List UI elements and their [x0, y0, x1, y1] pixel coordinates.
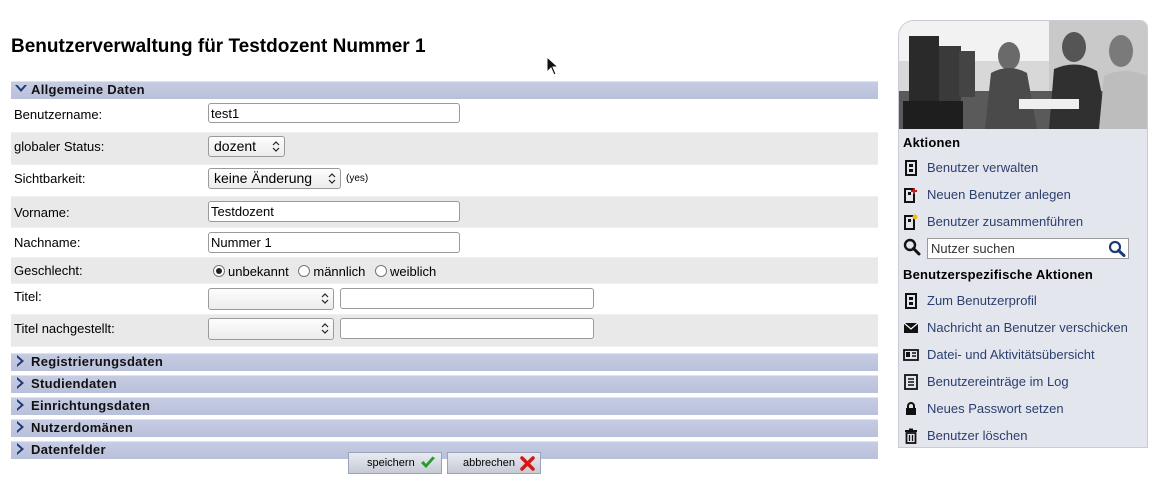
chevron-right-icon: [17, 355, 24, 367]
user-actions-heading: Benutzerspezifische Aktionen: [903, 267, 1094, 282]
chevron-right-icon: [17, 421, 24, 433]
row-username: Benutzername:: [11, 103, 878, 133]
firstname-label: Vorname:: [14, 205, 70, 220]
gender-label: Geschlecht:: [14, 263, 83, 278]
mouse-pointer-icon: [546, 56, 559, 76]
trash-icon: [905, 428, 917, 444]
id-card-icon: [903, 349, 919, 361]
gender-option-maennlich[interactable]: männlich: [298, 264, 365, 279]
global-status-value: dozent: [214, 138, 257, 154]
row-firstname: Vorname:: [11, 197, 878, 228]
row-visibility: Sichtbarkeit: keine Änderung (yes): [11, 165, 878, 197]
lock-icon: [906, 402, 916, 415]
lastname-input[interactable]: [208, 232, 460, 253]
cross-icon: [520, 456, 535, 471]
user-merge-icon: [904, 214, 918, 230]
row-title-after: Titel nachgestellt:: [11, 315, 878, 347]
row-gender: Geschlecht: unbekannt männlich weiblich: [11, 258, 878, 284]
section-label: Einrichtungsdaten: [31, 398, 151, 413]
checkmark-icon: [421, 456, 435, 468]
title-select[interactable]: [208, 288, 334, 310]
actions-heading: Aktionen: [903, 135, 961, 150]
global-status-select[interactable]: dozent: [208, 136, 285, 157]
section-allgemeine-daten[interactable]: Allgemeine Daten: [11, 81, 878, 103]
title-after-text-input[interactable]: [340, 318, 594, 339]
radio-icon[interactable]: [375, 265, 388, 277]
row-title: Titel:: [11, 284, 878, 315]
chevron-right-icon: [17, 377, 24, 389]
select-arrows-icon: [321, 293, 329, 304]
user-search-input[interactable]: [927, 238, 1129, 259]
section-label: Allgemeine Daten: [31, 82, 145, 97]
cancel-button[interactable]: abbrechen: [447, 452, 541, 474]
section-label: Registrierungsdaten: [31, 354, 164, 369]
chevron-down-icon: [15, 85, 27, 92]
section-label: Datenfelder: [31, 442, 106, 457]
section-registrierungsdaten[interactable]: Registrierungsdaten: [11, 353, 878, 375]
section-einrichtungsdaten[interactable]: Einrichtungsdaten: [11, 397, 878, 419]
search-submit-icon[interactable]: [1108, 240, 1126, 257]
title-after-select[interactable]: [208, 318, 334, 340]
row-lastname: Nachname:: [11, 228, 878, 258]
title-label: Titel:: [14, 289, 42, 304]
row-global-status: globaler Status: dozent: [11, 133, 878, 165]
global-status-label: globaler Status:: [14, 139, 105, 154]
radio-checked-icon[interactable]: [213, 265, 225, 277]
chevron-right-icon: [17, 399, 24, 411]
user-edit-form: Allgemeine Daten Benutzername: globaler …: [11, 81, 878, 463]
username-label: Benutzername:: [14, 107, 103, 122]
section-label: Nutzerdomänen: [31, 420, 134, 435]
mail-icon: [903, 322, 919, 333]
visibility-note: (yes): [346, 173, 369, 184]
visibility-select[interactable]: keine Änderung: [208, 168, 341, 189]
radio-icon[interactable]: [298, 265, 311, 277]
select-arrows-icon: [272, 141, 280, 152]
section-datenfelder[interactable]: Datenfelder: [11, 441, 878, 463]
visibility-label: Sichtbarkeit:: [14, 171, 86, 186]
section-studiendaten[interactable]: Studiendaten: [11, 375, 878, 397]
profile-icon: [905, 293, 917, 309]
firstname-input[interactable]: [208, 201, 460, 222]
select-arrows-icon: [328, 173, 336, 184]
header-photo: [899, 21, 1147, 129]
user-add-icon: [904, 188, 917, 203]
visibility-value: keine Änderung: [214, 170, 313, 186]
gender-radio-group: unbekannt männlich weiblich: [213, 264, 436, 279]
username-input[interactable]: [208, 103, 460, 123]
user-manage-icon: [905, 160, 917, 176]
section-nutzerdomaenen[interactable]: Nutzerdomänen: [11, 419, 878, 441]
sidebar: Aktionen Benutzer verwalten Neuen Benutz…: [898, 20, 1148, 448]
section-label: Studiendaten: [31, 376, 117, 391]
log-icon: [904, 374, 918, 390]
select-arrows-icon: [321, 323, 329, 334]
gender-option-weiblich[interactable]: weiblich: [375, 264, 436, 279]
lastname-label: Nachname:: [14, 235, 81, 250]
save-button[interactable]: speichern: [348, 452, 442, 474]
gender-option-unbekannt[interactable]: unbekannt: [213, 264, 289, 279]
search-icon: [903, 238, 921, 256]
title-text-input[interactable]: [340, 288, 594, 309]
chevron-right-icon: [17, 443, 24, 455]
page-title: Benutzerverwaltung für Testdozent Nummer…: [11, 36, 426, 57]
title-after-label: Titel nachgestellt:: [14, 321, 115, 336]
